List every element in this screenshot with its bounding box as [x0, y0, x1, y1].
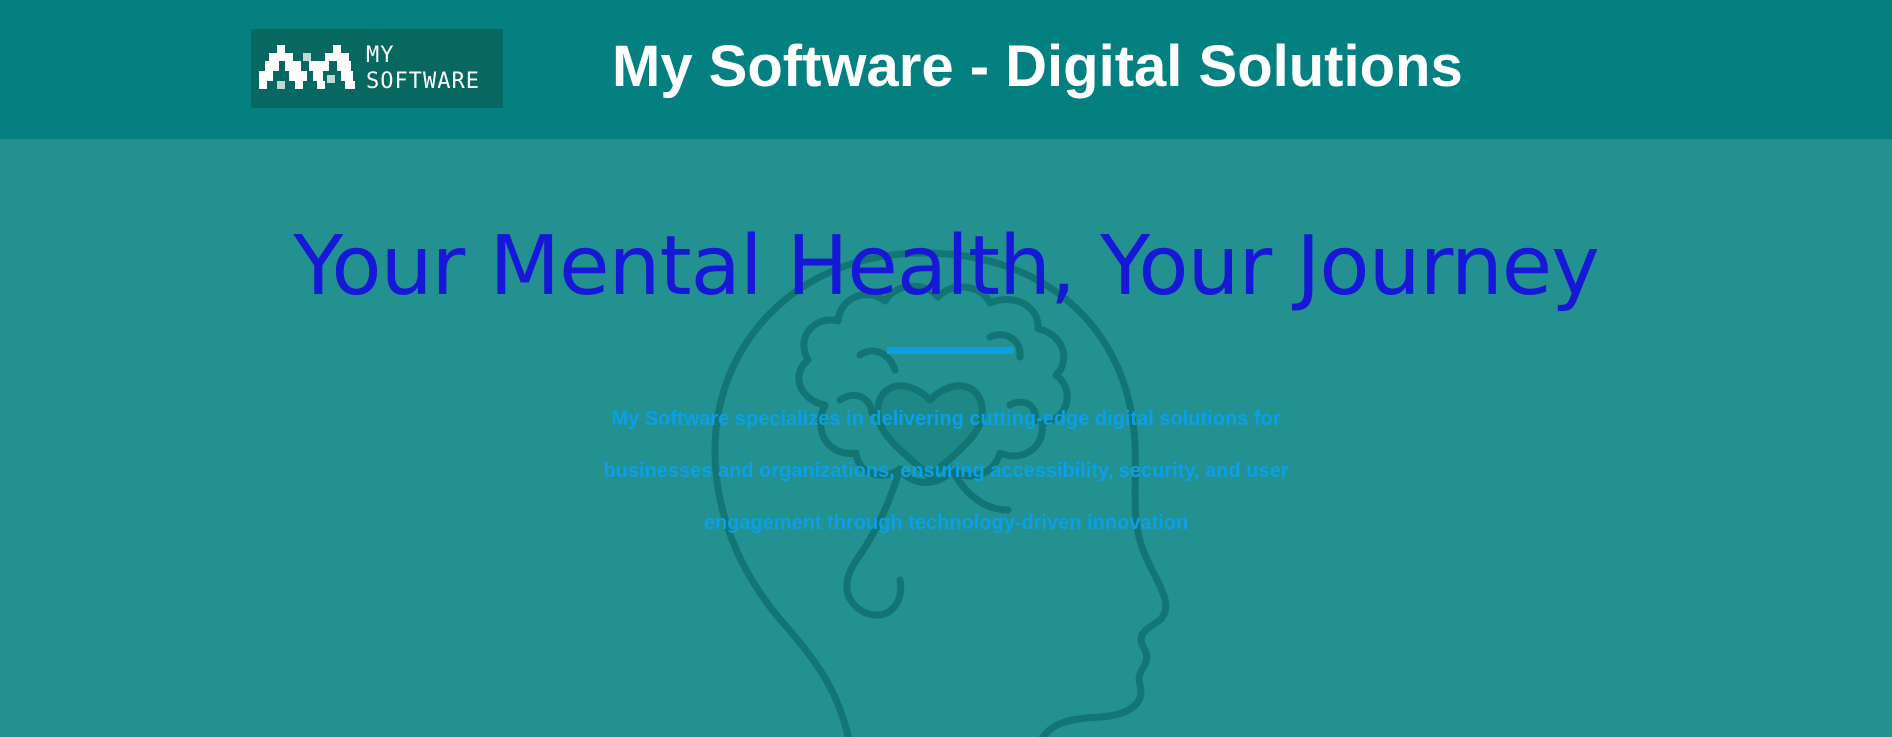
- logo-mark-icon: [259, 45, 355, 89]
- site-title: My Software - Digital Solutions: [612, 34, 1463, 99]
- heading-divider: [887, 347, 1014, 354]
- logo-line-1: MY: [366, 43, 395, 68]
- logo-line-2: SOFTWARE: [366, 69, 480, 94]
- hero-description: My Software specializes in delivering cu…: [603, 408, 1289, 534]
- logo-wordmark: MY SOFTWARE: [366, 43, 480, 95]
- site-header: MY SOFTWARE My Software - Digital Soluti…: [0, 0, 1892, 139]
- hero-heading: Your Mental Health, Your Journey: [293, 219, 1600, 314]
- hero-section: Your Mental Health, Your Journey My Soft…: [0, 139, 1892, 737]
- brand-logo[interactable]: MY SOFTWARE: [251, 29, 503, 108]
